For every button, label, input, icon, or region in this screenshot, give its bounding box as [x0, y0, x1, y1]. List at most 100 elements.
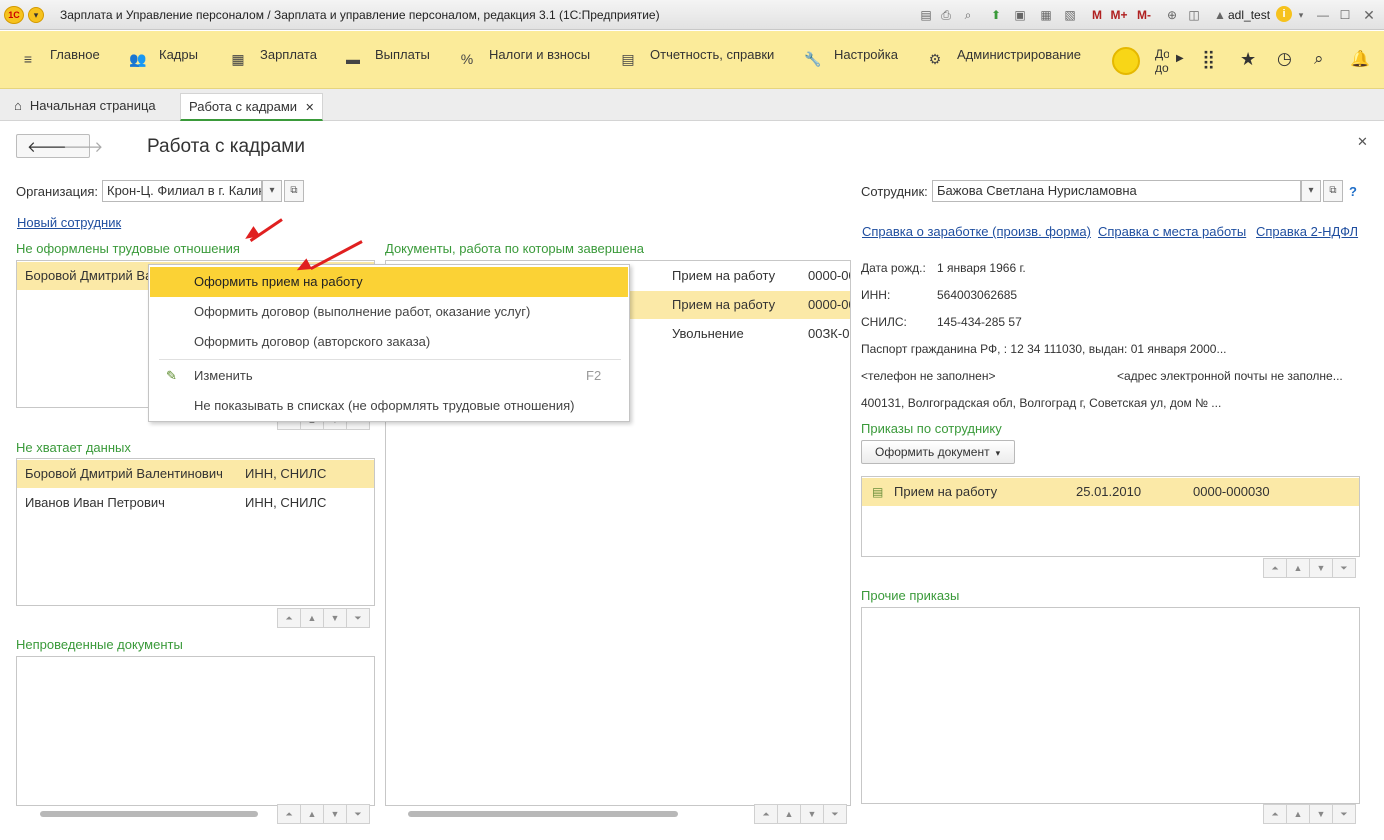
organization-field[interactable]: Крон-Ц. Филиал в г. Калинин: [102, 180, 262, 202]
scroll-up-icon[interactable]: ▲: [1286, 804, 1310, 824]
missing-data-nav: ⏶ ▲ ▼ ⏷: [277, 608, 370, 628]
close-tab-icon[interactable]: ✕: [305, 102, 314, 114]
menu-item-edit[interactable]: ✎ Изменить F2: [150, 361, 628, 391]
scroll-bottom-icon[interactable]: ⏷: [1332, 558, 1356, 578]
documents-scrollbar[interactable]: [392, 808, 754, 818]
forward-arrow-icon[interactable]: 🡒: [63, 137, 103, 156]
phone-info: <телефон не заполнен>: [861, 369, 996, 383]
window-title: Зарплата и Управление персоналом / Зарпл…: [60, 8, 660, 22]
gear-icon: ⚙: [928, 51, 942, 67]
table-row[interactable]: Иванов Иван Петрович ИНН, СНИЛС: [17, 489, 374, 517]
tab-home[interactable]: ⌂ Начальная страница: [14, 93, 156, 121]
documents-nav: ⏶ ▲ ▼ ⏷: [754, 804, 847, 824]
tab-hr-work[interactable]: Работа с кадрами ✕: [180, 93, 324, 121]
preview-icon[interactable]: ⌕: [960, 6, 976, 24]
scroll-bottom-icon[interactable]: ⏷: [823, 804, 847, 824]
orders-nav: ⏶ ▲ ▼ ⏷: [1263, 558, 1356, 578]
unposted-table: [16, 656, 375, 806]
memory-m-button[interactable]: M: [1090, 6, 1104, 24]
create-document-button[interactable]: Оформить документ ▾: [861, 440, 1015, 464]
menu-scroll-right-icon[interactable]: ▶: [1176, 53, 1184, 64]
menu-item-hire[interactable]: Оформить прием на работу: [150, 267, 628, 297]
search-icon[interactable]: ⌕: [1314, 49, 1324, 69]
function-menu-icon[interactable]: ⣿: [1202, 50, 1215, 68]
bell-icon[interactable]: 🔔: [1350, 49, 1370, 69]
wallet-icon: ▬: [346, 51, 360, 67]
app-menu-icon[interactable]: ▾: [28, 7, 44, 23]
documents-icon: ▤: [621, 51, 635, 67]
user-icon: ▲: [1214, 8, 1226, 22]
nav-buttons: 🡐 🡒: [16, 134, 103, 158]
zoom-icon[interactable]: ⊕: [1164, 6, 1180, 24]
scroll-top-icon[interactable]: ⏶: [277, 804, 301, 824]
email-info: <адрес электронной почты не заполне...: [1117, 369, 1343, 383]
scroll-down-icon[interactable]: ▼: [323, 804, 347, 824]
ndfl-certificate-link[interactable]: Справка 2-НДФЛ: [1256, 224, 1358, 239]
favorites-star-icon[interactable]: ★: [1240, 49, 1256, 70]
missing-data-table: Боровой Дмитрий Валентинович ИНН, СНИЛС …: [16, 458, 375, 606]
info-icon[interactable]: i: [1276, 6, 1292, 22]
help-icon[interactable]: ?: [1349, 184, 1357, 199]
section-not-formalized: Не оформлены трудовые отношения: [16, 241, 240, 256]
calendar-icon[interactable]: ▧: [1062, 6, 1078, 24]
scroll-up-icon[interactable]: ▲: [777, 804, 801, 824]
scroll-up-icon[interactable]: ▲: [300, 608, 324, 628]
table-row[interactable]: ▤ Прием на работу 25.01.2010 0000-000030: [862, 478, 1359, 506]
history-icon[interactable]: ◷: [1277, 49, 1292, 69]
table-row[interactable]: Боровой Дмитрий Валентинович ИНН, СНИЛС: [17, 460, 374, 488]
organization-open-button[interactable]: ⧉: [284, 180, 304, 202]
yellow-circle-icon[interactable]: [1112, 47, 1140, 75]
maximize-icon[interactable]: ☐: [1336, 6, 1354, 24]
calculator-small-icon[interactable]: ▦: [1038, 6, 1054, 24]
work-certificate-link[interactable]: Справка с места работы: [1098, 224, 1246, 239]
menu-item-contract-author[interactable]: Оформить договор (авторского заказа): [150, 327, 628, 357]
salary-certificate-link[interactable]: Справка о заработке (произв. форма): [862, 224, 1091, 239]
app-logo-icon[interactable]: 1С: [4, 6, 24, 24]
scroll-down-icon[interactable]: ▼: [800, 804, 824, 824]
scroll-up-icon[interactable]: ▲: [1286, 558, 1310, 578]
scroll-up-icon[interactable]: ▲: [300, 804, 324, 824]
scroll-bottom-icon[interactable]: ⏷: [346, 804, 370, 824]
dropdown-icon[interactable]: ▾: [1296, 6, 1306, 24]
back-arrow-icon[interactable]: 🡐: [27, 137, 67, 156]
scroll-down-icon[interactable]: ▼: [323, 608, 347, 628]
scroll-down-icon[interactable]: ▼: [1309, 558, 1333, 578]
close-form-icon[interactable]: ✕: [1357, 134, 1368, 150]
scroll-bottom-icon[interactable]: ⏷: [1332, 804, 1356, 824]
save-icon[interactable]: ⬆: [988, 6, 1004, 24]
unposted-scrollbar[interactable]: [24, 808, 278, 818]
memory-mplus-button[interactable]: M+: [1108, 6, 1130, 24]
close-window-icon[interactable]: ✕: [1360, 6, 1378, 24]
new-employee-link[interactable]: Новый сотрудник: [17, 215, 121, 230]
employee-dropdown-button[interactable]: ▾: [1301, 180, 1321, 202]
scroll-down-icon[interactable]: ▼: [1309, 804, 1333, 824]
scroll-bottom-icon[interactable]: ⏷: [346, 608, 370, 628]
floppy-icon[interactable]: ▣: [1012, 6, 1028, 24]
print-icon[interactable]: ▤: [918, 6, 934, 24]
user-name[interactable]: adl_test: [1228, 6, 1272, 24]
printer-icon[interactable]: ⎙: [938, 6, 954, 24]
employee-label: Сотрудник:: [861, 184, 928, 199]
menu-item-hide[interactable]: Не показывать в списках (не оформлять тр…: [150, 391, 628, 421]
open-tabs-bar: ⌂ Начальная страница Работа с кадрами ✕: [0, 89, 1384, 121]
menu-item-truncated[interactable]: До до: [1155, 47, 1169, 77]
context-menu: Оформить прием на работу Оформить догово…: [148, 264, 630, 422]
hr-work-form: 🡐 🡒 Работа с кадрами ✕ Организация: Крон…: [6, 122, 1380, 834]
memory-mminus-button[interactable]: M-: [1134, 6, 1154, 24]
employee-open-button[interactable]: ⧉: [1323, 180, 1343, 202]
unposted-nav: ⏶ ▲ ▼ ⏷: [277, 804, 370, 824]
wrench-icon: 🔧: [804, 51, 822, 67]
organization-dropdown-button[interactable]: ▾: [262, 180, 282, 202]
organization-label: Организация:: [16, 184, 99, 199]
employee-field[interactable]: Бажова Светлана Нурисламовна: [932, 180, 1301, 202]
minimize-icon[interactable]: —: [1314, 6, 1332, 24]
scroll-top-icon[interactable]: ⏶: [277, 608, 301, 628]
snils-label: СНИЛС:: [861, 315, 907, 329]
menu-item-contract-works[interactable]: Оформить договор (выполнение работ, оказ…: [150, 297, 628, 327]
panel-icon[interactable]: ◫: [1186, 6, 1202, 24]
shortcut-f2: F2: [586, 368, 602, 383]
section-orders: Приказы по сотруднику: [861, 421, 1002, 436]
scroll-top-icon[interactable]: ⏶: [1263, 558, 1287, 578]
scroll-top-icon[interactable]: ⏶: [754, 804, 778, 824]
scroll-top-icon[interactable]: ⏶: [1263, 804, 1287, 824]
